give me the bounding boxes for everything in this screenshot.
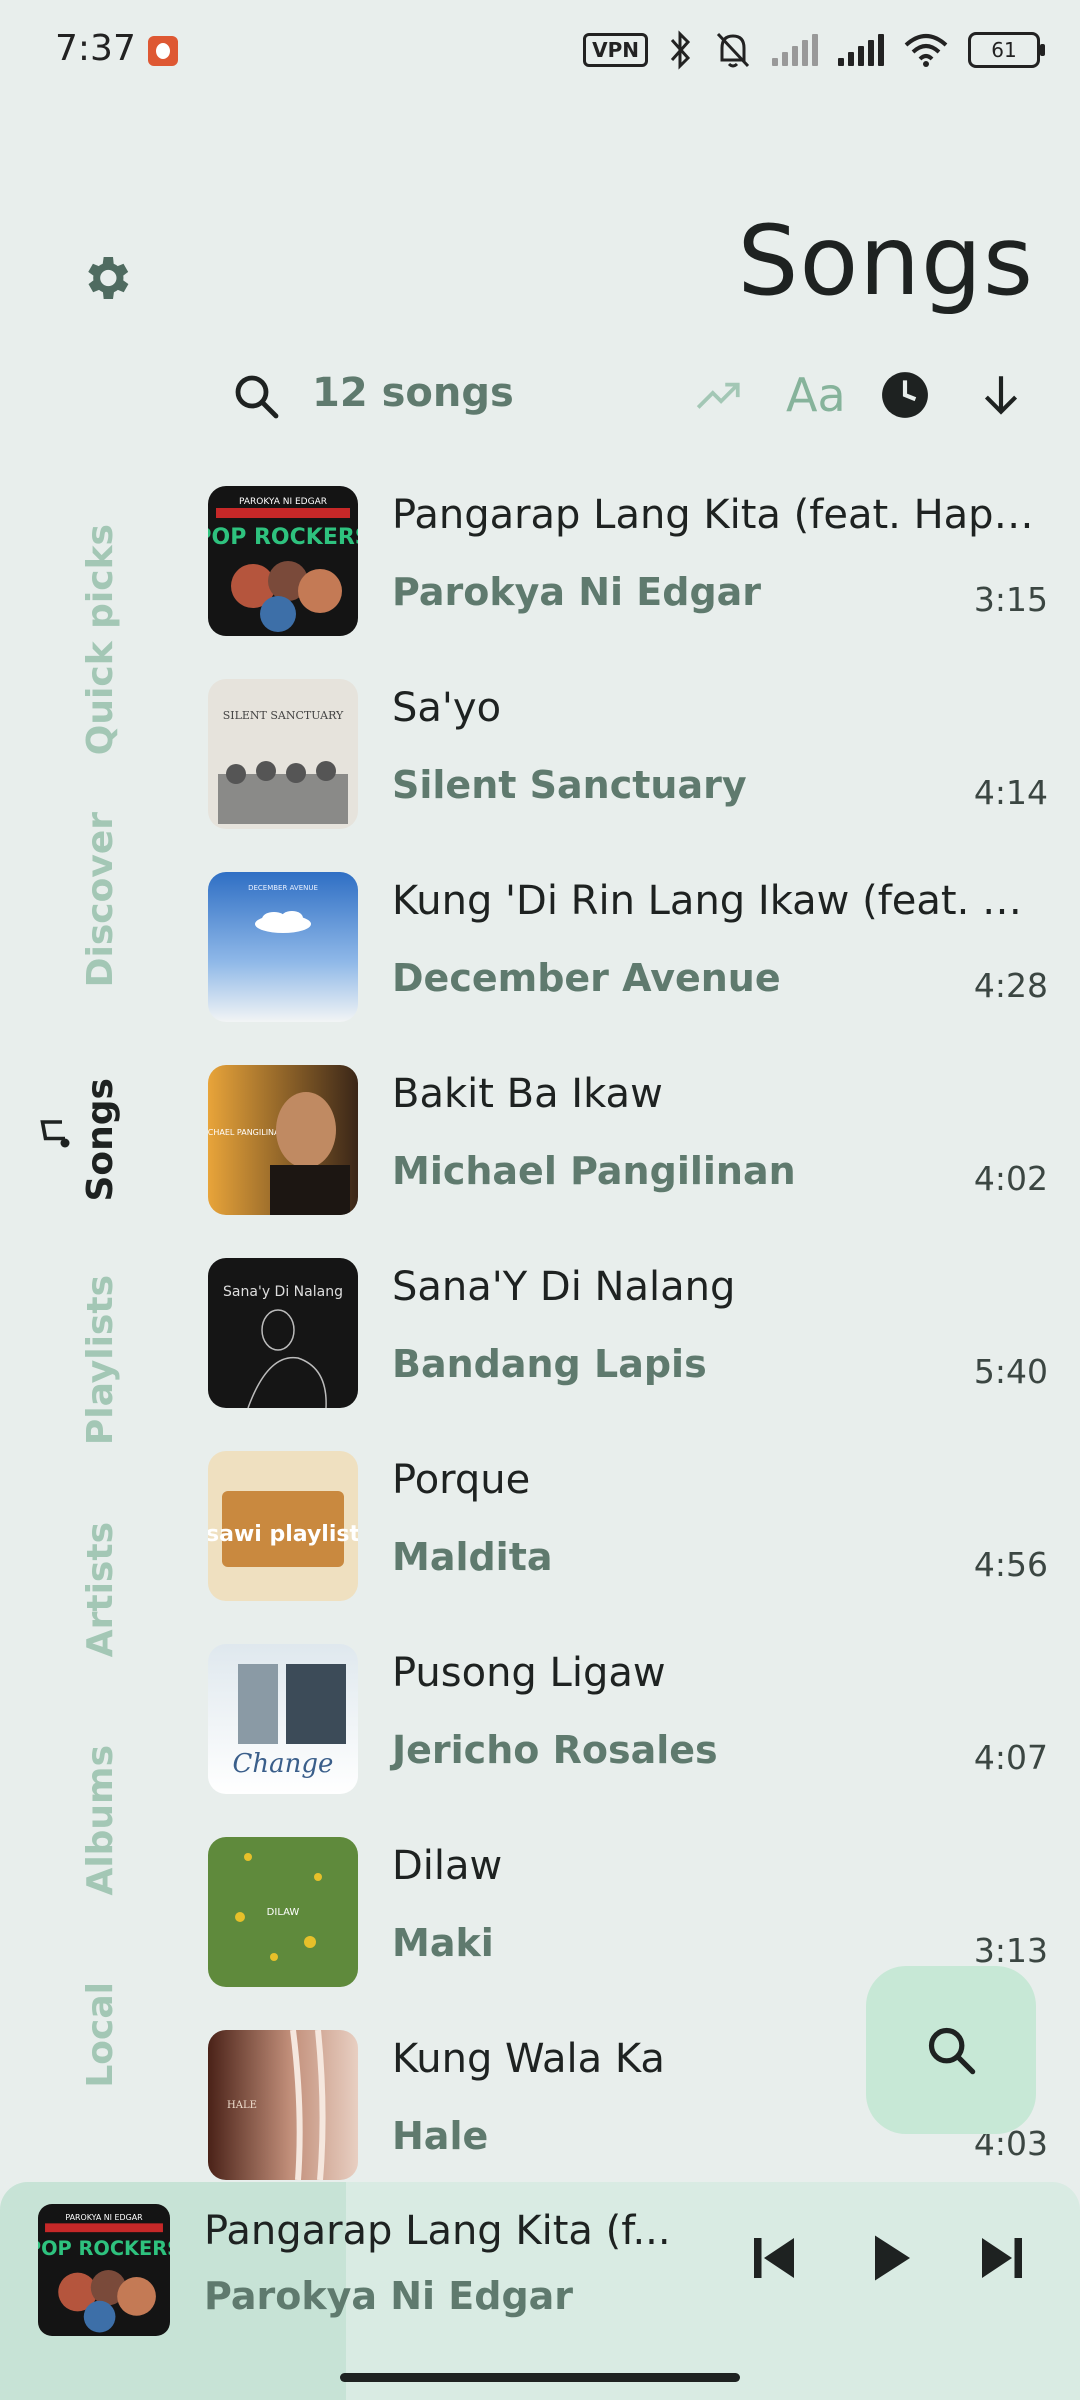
skip-previous-icon[interactable] xyxy=(744,2228,804,2288)
album-art-text: MICHAEL PANGILINAN xyxy=(208,1128,286,1137)
page-title: Songs xyxy=(737,205,1034,317)
song-title: Pangarap Lang Kita (feat. Happ... xyxy=(392,492,1042,538)
nav-label: Discover xyxy=(79,812,121,988)
song-row[interactable]: Sana'y Di Nalang Sana'Y Di Nalang Bandan… xyxy=(208,1254,1056,1447)
song-title: Porque xyxy=(392,1457,531,1503)
album-art: DILAW xyxy=(208,1837,358,1987)
status-bar: 7:37 VPN 61 xyxy=(0,0,1080,100)
album-art-text: HALE xyxy=(227,2100,257,2111)
song-title: Bakit Ba Ikaw xyxy=(392,1071,663,1117)
nav-label: Artists xyxy=(79,1522,121,1658)
album-art: sawi playlist xyxy=(208,1451,358,1601)
svg-text:PAROKYA NI EDGAR: PAROKYA NI EDGAR xyxy=(239,497,327,507)
song-row[interactable]: DECEMBER AVENUE Kung 'Di Rin Lang Ikaw (… xyxy=(208,868,1056,1061)
song-list: PAROKYA NI EDGAR POP ROCKERS Pangarap Lan… xyxy=(208,482,1056,2219)
album-art: Sana'y Di Nalang xyxy=(208,1258,358,1408)
song-duration: 4:28 xyxy=(973,966,1048,1005)
nav-artists[interactable]: Artists xyxy=(60,1520,140,1660)
album-art-text: sawi playlist xyxy=(208,1522,358,1547)
search-icon xyxy=(928,2027,976,2075)
vpn-icon: VPN xyxy=(583,33,648,67)
album-art: SILENT SANCTUARY xyxy=(208,679,358,829)
trending-up-icon[interactable] xyxy=(694,370,744,420)
song-title: Dilaw xyxy=(392,1843,503,1889)
song-title: Sana'Y Di Nalang xyxy=(392,1264,736,1310)
album-art-text: POP ROCKERS xyxy=(38,2237,170,2260)
song-artist: Jericho Rosales xyxy=(392,1728,718,1772)
song-artist: Hale xyxy=(392,2114,489,2158)
play-icon[interactable] xyxy=(860,2228,920,2288)
song-title: Sa'yo xyxy=(392,685,502,731)
svg-text:PAROKYA NI EDGAR: PAROKYA NI EDGAR xyxy=(65,2213,143,2222)
signal-icon xyxy=(772,34,818,66)
song-artist: Maki xyxy=(392,1921,494,1965)
song-artist: Silent Sanctuary xyxy=(392,763,747,807)
music-note-icon xyxy=(40,1120,70,1148)
album-art-text: DILAW xyxy=(267,1907,300,1918)
album-art: HALE xyxy=(208,2030,358,2180)
nav-label: Playlists xyxy=(79,1274,121,1446)
nav-discover[interactable]: Discover xyxy=(60,810,140,990)
album-art-text: SILENT SANCTUARY xyxy=(223,709,344,722)
album-art: DECEMBER AVENUE xyxy=(208,872,358,1022)
song-row[interactable]: MICHAEL PANGILINAN Bakit Ba Ikaw Michael… xyxy=(208,1061,1056,1254)
album-art: PAROKYA NI EDGAR POP ROCKERS xyxy=(208,486,358,636)
wifi-icon xyxy=(904,34,948,67)
song-artist: Parokya Ni Edgar xyxy=(392,570,762,614)
search-icon[interactable] xyxy=(232,372,280,420)
battery-icon: 61 xyxy=(968,32,1045,68)
nav-label: Albums xyxy=(79,1744,121,1896)
gear-icon[interactable] xyxy=(78,250,134,306)
song-duration: 3:13 xyxy=(973,1931,1048,1970)
song-artist: Michael Pangilinan xyxy=(392,1149,796,1193)
song-title: Kung 'Di Rin Lang Ikaw (feat. Moi... xyxy=(392,878,1042,924)
song-row[interactable]: PAROKYA NI EDGAR POP ROCKERS Pangarap Lan… xyxy=(208,482,1056,675)
song-duration: 4:07 xyxy=(973,1738,1048,1777)
arrow-down-icon[interactable] xyxy=(976,370,1026,420)
sort-alpha-button[interactable]: Aa xyxy=(786,368,846,422)
status-icons: VPN 61 xyxy=(583,30,1045,70)
nav-local[interactable]: Local xyxy=(60,1980,140,2090)
search-fab-button[interactable] xyxy=(866,1966,1036,2134)
signal-icon xyxy=(838,34,884,66)
bell-off-icon xyxy=(716,32,750,68)
player-album-art: PAROKYA NI EDGAR POP ROCKERS xyxy=(38,2204,170,2336)
nav-albums[interactable]: Albums xyxy=(60,1740,140,1900)
bluetooth-icon xyxy=(670,30,691,70)
nav-quick-picks[interactable]: Quick picks xyxy=(60,510,140,770)
song-duration: 3:15 xyxy=(973,580,1048,619)
song-row[interactable]: Change Pusong Ligaw Jericho Rosales 4:07 xyxy=(208,1640,1056,1833)
clock-icon[interactable] xyxy=(880,370,930,420)
nav-label: Quick picks xyxy=(79,524,121,756)
album-art-text: Change xyxy=(233,1749,334,1779)
song-duration: 4:02 xyxy=(973,1159,1048,1198)
song-title: Pusong Ligaw xyxy=(392,1650,666,1696)
skip-next-icon[interactable] xyxy=(972,2228,1032,2288)
nav-label: Local xyxy=(79,1982,121,2088)
player-artist: Parokya Ni Edgar xyxy=(204,2274,574,2318)
duckduckgo-icon xyxy=(148,36,178,66)
album-art: Change xyxy=(208,1644,358,1794)
song-duration: 4:56 xyxy=(973,1545,1048,1584)
song-artist: Maldita xyxy=(392,1535,553,1579)
side-navigation: Quick picks Discover Songs Playlists Art… xyxy=(60,470,140,2110)
player-title: Pangarap Lang Kita (f... xyxy=(204,2208,671,2254)
song-count: 12 songs xyxy=(312,370,514,416)
album-art-text: Sana'y Di Nalang xyxy=(223,1284,343,1300)
nav-label: Songs xyxy=(79,1078,121,1202)
song-artist: December Avenue xyxy=(392,956,781,1000)
album-art-text: POP ROCKERS xyxy=(208,525,358,550)
song-row[interactable]: SILENT SANCTUARY Sa'yo Silent Sanctuary … xyxy=(208,675,1056,868)
song-row[interactable]: sawi playlist Porque Maldita 4:56 xyxy=(208,1447,1056,1640)
album-art: MICHAEL PANGILINAN xyxy=(208,1065,358,1215)
song-duration: 5:40 xyxy=(973,1352,1048,1391)
status-time: 7:37 xyxy=(55,28,136,69)
home-indicator[interactable] xyxy=(340,2373,740,2382)
album-art-text: DECEMBER AVENUE xyxy=(248,884,318,892)
nav-playlists[interactable]: Playlists xyxy=(60,1270,140,1450)
song-artist: Bandang Lapis xyxy=(392,1342,707,1386)
mini-player[interactable]: PAROKYA NI EDGAR POP ROCKERS Pangarap Lan… xyxy=(0,2182,1080,2400)
song-duration: 4:14 xyxy=(973,773,1048,812)
